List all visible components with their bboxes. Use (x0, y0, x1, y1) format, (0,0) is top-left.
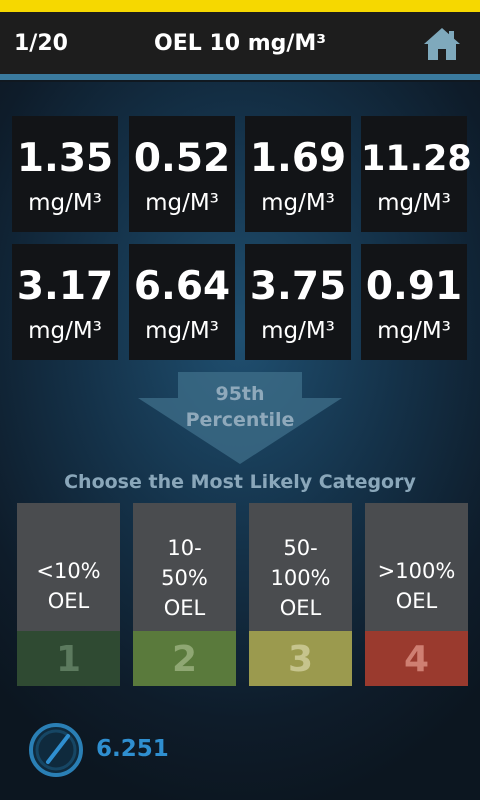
measurement-card: 3.75 mg/M³ (245, 244, 351, 360)
status-bar (0, 0, 480, 12)
measurement-card: 6.64 mg/M³ (129, 244, 235, 360)
measurement-unit: mg/M³ (145, 318, 219, 344)
measurement-unit: mg/M³ (261, 318, 335, 344)
measurement-unit: mg/M³ (377, 318, 451, 344)
measurement-value: 3.17 (16, 264, 114, 309)
page-title: OEL 10 mg/M³ (154, 31, 326, 56)
measurement-value: 11.28 (361, 139, 472, 179)
measurement-card: 1.69 mg/M³ (245, 116, 351, 232)
home-icon[interactable] (422, 26, 462, 62)
measurement-card: 11.28 mg/M³ (361, 116, 472, 232)
measurement-unit: mg/M³ (145, 190, 219, 216)
measurement-unit: mg/M³ (261, 190, 335, 216)
measurement-value: 0.91 (365, 264, 463, 309)
measurement-card: 1.35 mg/M³ (12, 116, 118, 232)
header-divider-shadow (0, 80, 480, 82)
measurement-card: 0.91 mg/M³ (361, 244, 467, 360)
measurement-unit: mg/M³ (28, 190, 102, 216)
measurement-value: 3.75 (249, 264, 347, 309)
category-button-4[interactable]: >100% OEL 4 (365, 503, 468, 686)
measurement-value: 1.35 (16, 136, 114, 181)
measurement-unit: mg/M³ (377, 190, 451, 216)
category-number: 4 (365, 631, 468, 686)
measurement-value: 1.69 (249, 136, 347, 181)
measurement-card: 3.17 mg/M³ (12, 244, 118, 360)
top-bar: 1/20 OEL 10 mg/M³ (0, 12, 480, 74)
category-button-3[interactable]: 50- 100% OEL 3 (249, 503, 352, 686)
percentile-label: 95th Percentile (185, 383, 295, 431)
measurement-value: 6.64 (133, 264, 231, 309)
category-number: 3 (249, 631, 352, 686)
measurement-unit: mg/M³ (28, 318, 102, 344)
category-button-2[interactable]: 10- 50% OEL 2 (133, 503, 236, 686)
score-value: 6.251 (96, 736, 169, 762)
category-button-1[interactable]: <10% OEL 1 (17, 503, 120, 686)
category-prompt: Choose the Most Likely Category (64, 471, 416, 493)
category-number: 2 (133, 631, 236, 686)
category-number: 1 (17, 631, 120, 686)
gauge-icon (29, 723, 83, 777)
measurement-card: 0.52 mg/M³ (129, 116, 235, 232)
measurement-value: 0.52 (133, 136, 231, 181)
